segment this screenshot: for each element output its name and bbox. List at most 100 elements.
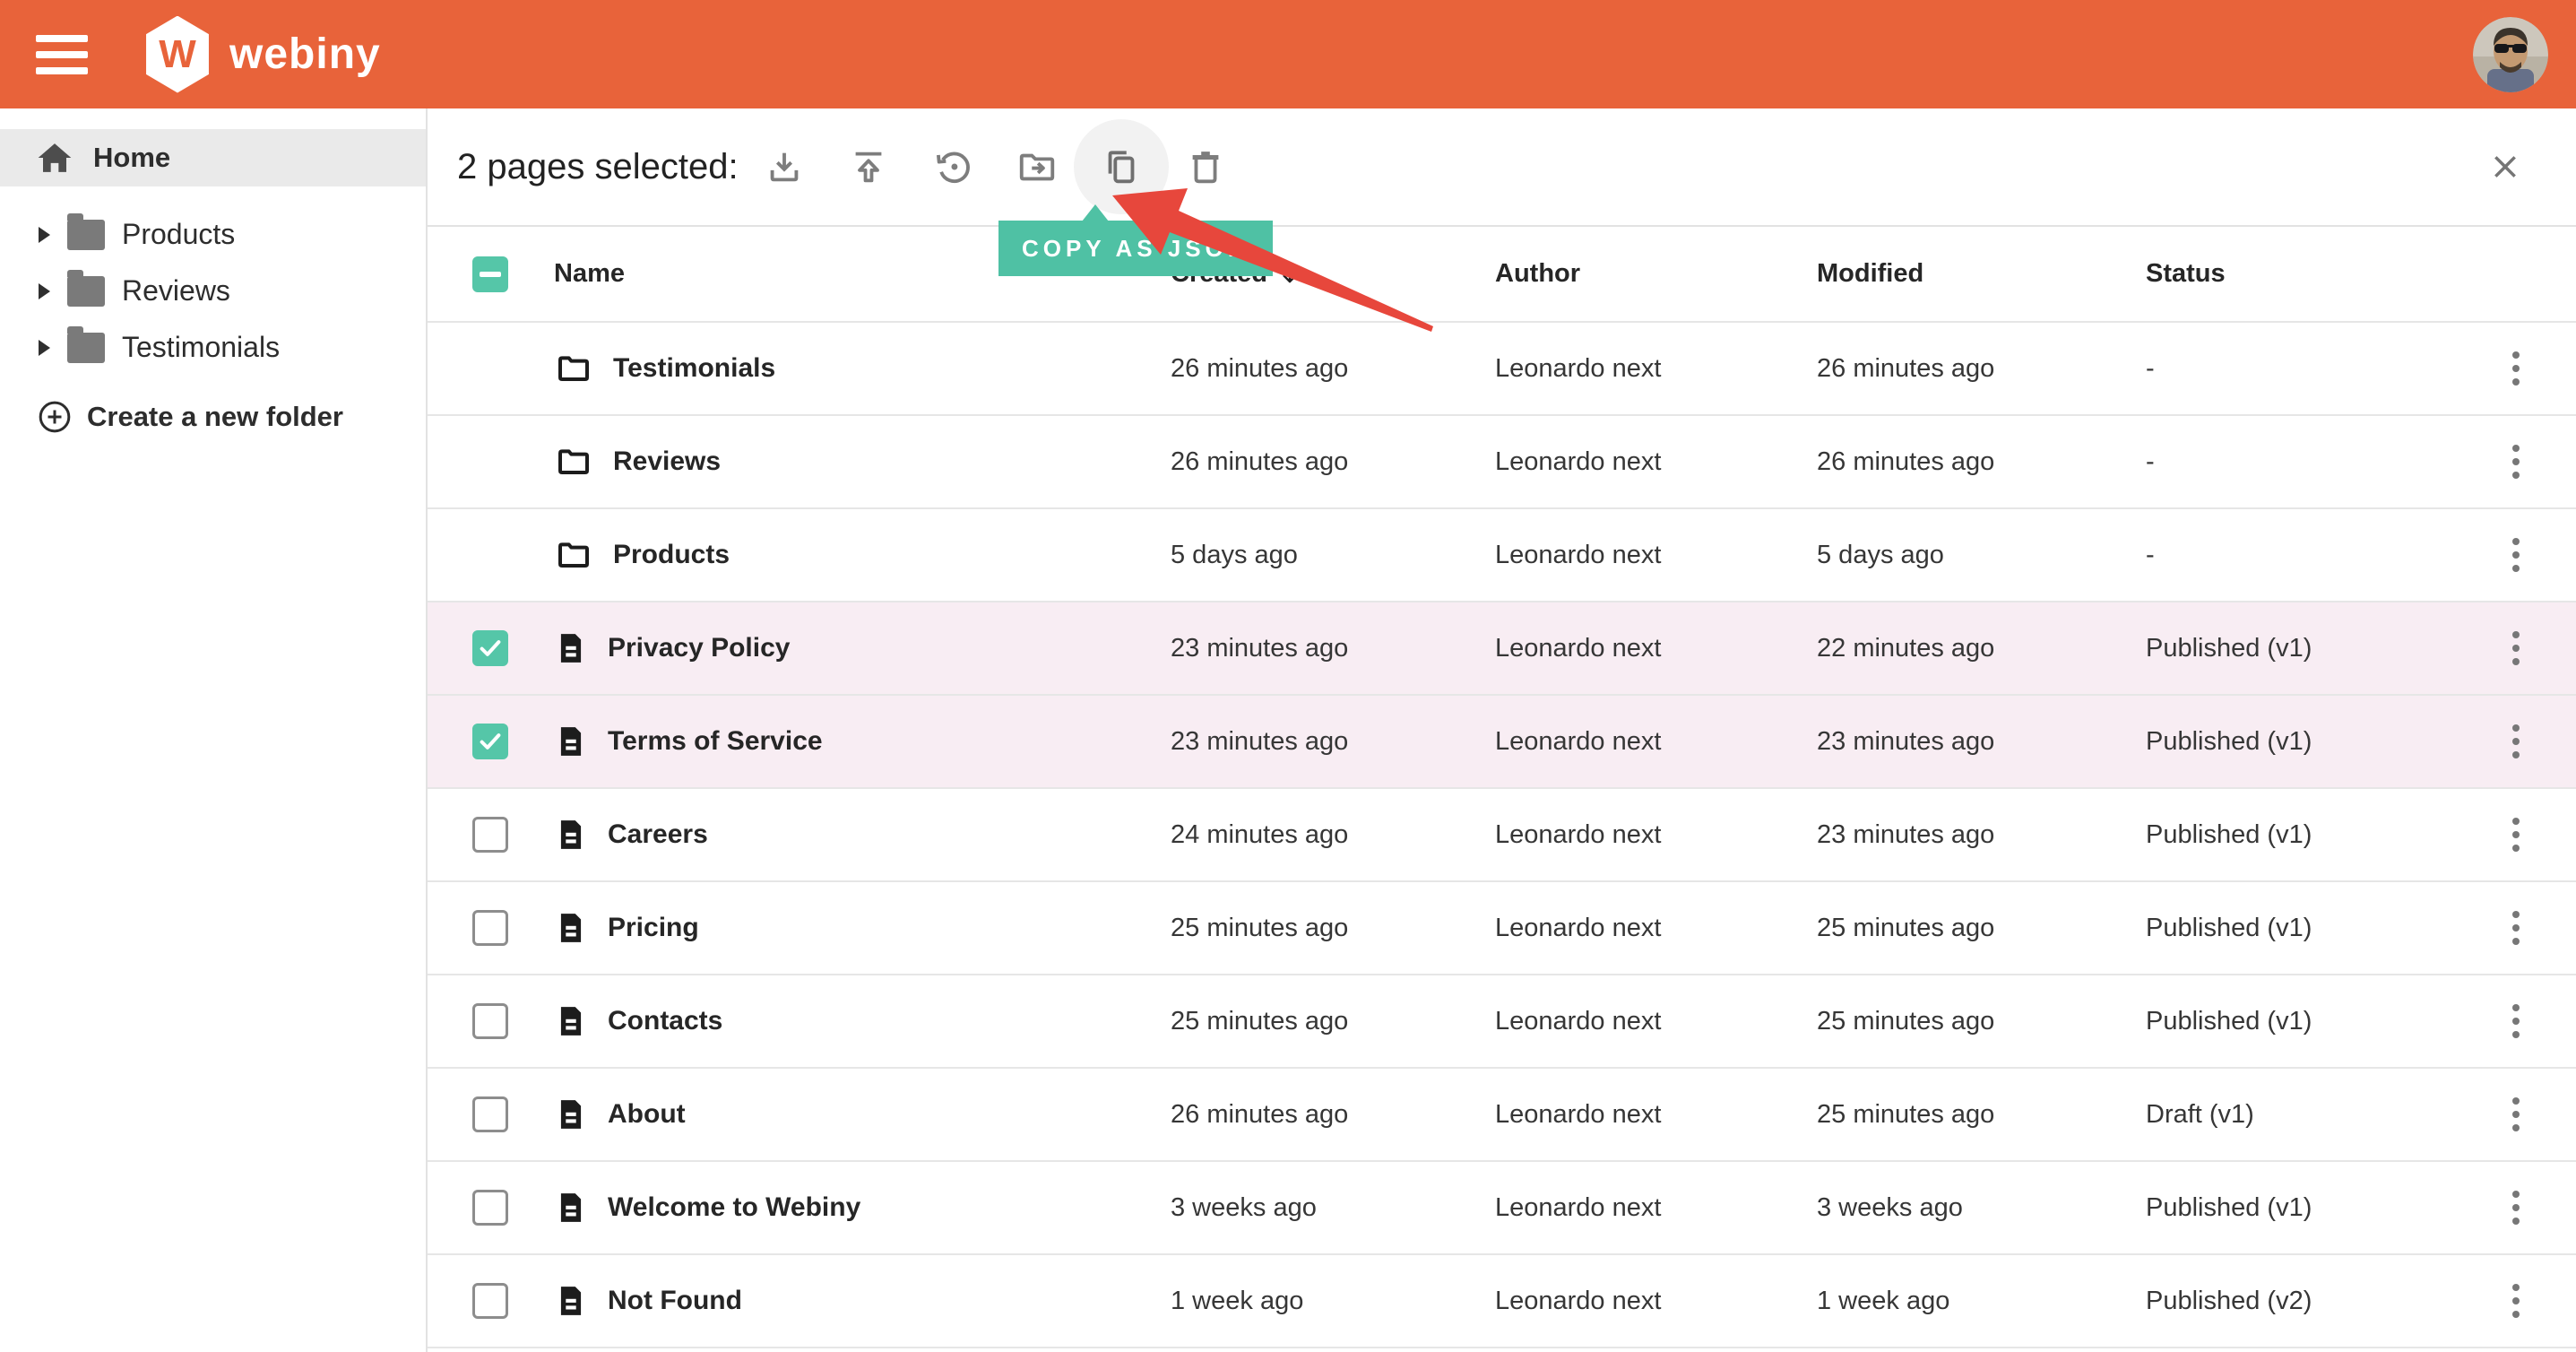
row-actions-menu-icon[interactable] [2503, 529, 2528, 581]
export-button[interactable] [826, 117, 911, 216]
select-all-checkbox[interactable] [472, 256, 508, 292]
row-checkbox[interactable] [472, 910, 508, 946]
close-selection-button[interactable] [2483, 144, 2528, 189]
table-row[interactable]: Contacts25 minutes agoLeonardo next25 mi… [428, 975, 2576, 1069]
close-icon [2491, 152, 2520, 181]
row-actions-menu-icon[interactable] [2503, 1088, 2528, 1140]
row-actions-menu-icon[interactable] [2503, 995, 2528, 1047]
sidebar-item-products[interactable]: Products [0, 206, 426, 263]
row-author: Leonardo next [1495, 914, 1817, 943]
copy-as-json-tooltip: COPY AS JSON [998, 221, 1273, 276]
sidebar-item-label: Home [93, 142, 170, 174]
table-row[interactable]: Pricing 25 minutes agoLeonardo next25 min… [428, 882, 2576, 975]
table-row[interactable]: Not Found1 week agoLeonardo next1 week a… [428, 1255, 2576, 1348]
row-created: 26 minutes ago [1171, 1100, 1495, 1130]
row-author: Leonardo next [1495, 820, 1817, 850]
row-checkbox[interactable] [472, 1096, 508, 1132]
table-row[interactable]: Privacy Policy23 minutes agoLeonardo nex… [428, 602, 2576, 696]
row-checkbox[interactable] [472, 1003, 508, 1039]
row-actions-menu-icon[interactable] [2503, 342, 2528, 394]
download-button[interactable] [742, 117, 826, 216]
row-modified: 5 days ago [1817, 541, 2146, 570]
trash-icon [1185, 146, 1226, 187]
table-row[interactable]: Careers24 minutes agoLeonardo next23 min… [428, 789, 2576, 882]
table-body: Testimonials26 minutes agoLeonardo next2… [428, 323, 2576, 1348]
row-author: Leonardo next [1495, 1193, 1817, 1223]
row-name: Terms of Service [608, 726, 823, 757]
sidebar-item-testimonials[interactable]: Testimonials [0, 319, 426, 376]
row-created: 3 weeks ago [1171, 1193, 1495, 1223]
row-created: 25 minutes ago [1171, 1007, 1495, 1036]
row-status: Published (v2) [2146, 1287, 2456, 1316]
row-created: 26 minutes ago [1171, 354, 1495, 384]
row-checkbox[interactable] [472, 817, 508, 853]
column-header-author: Author [1495, 259, 1817, 289]
row-modified: 25 minutes ago [1817, 914, 2146, 943]
chevron-right-icon[interactable] [39, 340, 50, 356]
row-created: 5 days ago [1171, 541, 1495, 570]
move-to-folder-button[interactable] [995, 117, 1079, 216]
chevron-right-icon[interactable] [39, 227, 50, 243]
row-created: 26 minutes ago [1171, 447, 1495, 477]
folder-sidebar: Home Products Reviews Testimonials Creat… [0, 108, 428, 1352]
row-modified: 1 week ago [1817, 1287, 2146, 1316]
row-author: Leonardo next [1495, 1287, 1817, 1316]
copy-button[interactable] [1079, 117, 1163, 216]
row-author: Leonardo next [1495, 1100, 1817, 1130]
row-actions-menu-icon[interactable] [2503, 809, 2528, 861]
row-actions-menu-icon[interactable] [2503, 622, 2528, 674]
row-name: Careers [608, 819, 708, 850]
table-row[interactable]: About 26 minutes agoLeonardo next25 minut… [428, 1069, 2576, 1162]
row-name: About [608, 1099, 686, 1130]
home-icon [36, 140, 73, 176]
folder-icon [67, 220, 105, 250]
row-checkbox[interactable] [472, 1190, 508, 1226]
restore-button[interactable] [911, 117, 995, 216]
row-status: Published (v1) [2146, 634, 2456, 663]
copy-icon [1101, 146, 1142, 187]
row-modified: 25 minutes ago [1817, 1100, 2146, 1130]
row-created: 23 minutes ago [1171, 634, 1495, 663]
row-author: Leonardo next [1495, 447, 1817, 477]
document-icon [554, 1095, 588, 1134]
row-name: Testimonials [613, 353, 775, 384]
row-actions-menu-icon[interactable] [2503, 436, 2528, 488]
menu-icon[interactable] [36, 35, 88, 74]
row-name: Pricing [608, 913, 699, 943]
row-actions-menu-icon[interactable] [2503, 715, 2528, 767]
table-row[interactable]: Welcome to Webiny 3 weeks agoLeonardo nex… [428, 1162, 2576, 1255]
table-row[interactable]: Testimonials 26 minutes agoLeonardo next2… [428, 323, 2576, 416]
table-row[interactable]: Products5 days agoLeonardo next5 days ag… [428, 509, 2576, 602]
row-actions-menu-icon[interactable] [2503, 1275, 2528, 1327]
row-author: Leonardo next [1495, 354, 1817, 384]
document-icon [554, 722, 588, 761]
row-checkbox[interactable] [472, 1283, 508, 1319]
create-folder-label: Create a new folder [87, 401, 343, 433]
row-name: Welcome to Webiny [608, 1192, 860, 1223]
row-created: 25 minutes ago [1171, 914, 1495, 943]
row-created: 24 minutes ago [1171, 820, 1495, 850]
row-checkbox[interactable] [472, 630, 508, 666]
user-avatar[interactable] [2473, 17, 2548, 92]
row-author: Leonardo next [1495, 634, 1817, 663]
sidebar-item-reviews[interactable]: Reviews [0, 263, 426, 319]
row-checkbox[interactable] [472, 724, 508, 759]
row-status: Published (v1) [2146, 820, 2456, 850]
plus-circle-icon [37, 399, 73, 435]
table-row[interactable]: Reviews26 minutes agoLeonardo next26 min… [428, 416, 2576, 509]
row-modified: 26 minutes ago [1817, 354, 2146, 384]
row-author: Leonardo next [1495, 541, 1817, 570]
sidebar-item-home[interactable]: Home [0, 129, 426, 186]
delete-button[interactable] [1163, 117, 1248, 216]
row-actions-menu-icon[interactable] [2503, 1182, 2528, 1234]
table-row[interactable]: Terms of Service23 minutes agoLeonardo n… [428, 696, 2576, 789]
row-modified: 3 weeks ago [1817, 1193, 2146, 1223]
row-status: - [2146, 354, 2456, 384]
top-app-bar: W webiny [0, 0, 2576, 108]
folder-icon [67, 333, 105, 363]
create-folder-button[interactable]: Create a new folder [0, 388, 426, 445]
chevron-right-icon[interactable] [39, 283, 50, 299]
row-status: Published (v1) [2146, 914, 2456, 943]
row-actions-menu-icon[interactable] [2503, 902, 2528, 954]
upload-icon [848, 146, 889, 187]
